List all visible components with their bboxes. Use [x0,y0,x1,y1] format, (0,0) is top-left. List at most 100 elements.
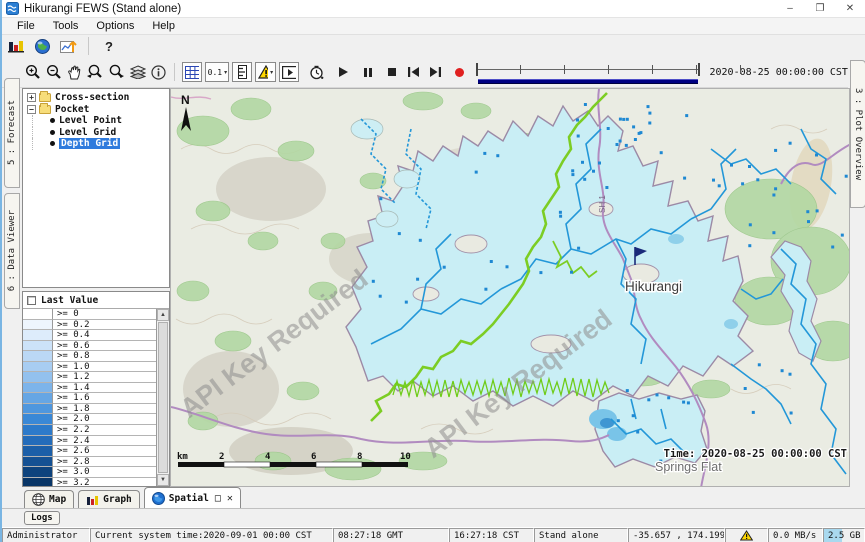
legend-row[interactable]: >= 2.0 [23,414,156,425]
scroll-down-icon[interactable]: ▼ [157,474,169,486]
zoom-next-button[interactable] [107,62,126,82]
legend-entry-label: >= 3.0 [53,467,156,478]
explorer-button[interactable] [6,36,26,56]
time-slider-end [698,63,700,76]
time-slider[interactable] [476,61,701,83]
tab-data-viewer[interactable]: 6 : Data Viewer [4,193,20,309]
legend-row[interactable]: >= 2.2 [23,425,156,436]
legend-entry-label: >= 0.4 [53,330,156,341]
tree-item-pocket[interactable]: − Pocket [25,104,169,116]
svg-text:10: 10 [400,452,411,462]
zoom-previous-button[interactable] [85,62,104,82]
zoom-out-icon [46,64,62,80]
globe-icon [35,39,50,54]
animation-timer-button[interactable] [308,62,325,82]
node-bullet-icon [50,130,55,135]
legend-row[interactable]: >= 0.6 [23,341,156,352]
legend-entry-label: >= 0.8 [53,351,156,362]
tab-plot-overview[interactable]: 3 : Plot Overview [850,60,865,208]
zoom-next-icon [108,64,125,80]
timer-clock-icon [309,65,324,80]
legend-row[interactable]: >= 0 [23,309,156,320]
tab-graph[interactable]: Graph [78,490,140,508]
animation-dialog-button[interactable] [279,62,299,82]
logs-tab[interactable]: Logs [24,511,60,525]
grid-display-button[interactable] [182,62,202,82]
legend-row[interactable]: >= 0.4 [23,330,156,341]
collapse-icon[interactable]: − [27,105,36,114]
status-warning-cell[interactable] [725,528,768,542]
legend-row[interactable]: >= 3.2 [23,478,156,486]
folder-icon [39,93,51,102]
play-button[interactable] [336,62,351,82]
time-slider-thumb[interactable] [476,63,478,76]
tab-forecast[interactable]: 5 : Forecast [4,78,20,188]
map-time-label: Time: 2020-08-25 00:00:00 CST [664,448,847,460]
legend-panel: Last Value >= 0>= 0.2>= 0.4>= 0.6>= 0.8>… [22,291,170,487]
legend-row[interactable]: >= 0.2 [23,320,156,331]
close-button[interactable]: ✕ [835,0,865,17]
info-button[interactable] [150,62,167,82]
legend-row[interactable]: >= 2.8 [23,457,156,468]
legend-row[interactable]: >= 1.4 [23,383,156,394]
legend-row[interactable]: >= 0.8 [23,351,156,362]
legend-row[interactable]: >= 1.6 [23,393,156,404]
legend-row[interactable]: >= 1.8 [23,404,156,415]
zoom-out-button[interactable] [45,62,63,82]
expand-icon[interactable]: + [27,93,36,102]
timeseries-dialog-button[interactable] [58,36,78,56]
menu-tools[interactable]: Tools [44,19,88,33]
map-display-button[interactable] [32,36,52,56]
record-button[interactable] [452,62,467,82]
grid-icon [185,66,199,79]
movie-play-icon [282,66,296,79]
help-button[interactable]: ? [99,36,119,56]
app-logo-icon [6,2,19,15]
maximize-button[interactable]: ❐ [805,0,835,17]
scalebar-toggle-button[interactable] [232,62,252,82]
tab-spatial[interactable]: Spatial □ ✕ [144,487,241,508]
warning-triangle-icon [258,65,268,79]
layers-button[interactable] [129,62,147,82]
legend-row[interactable]: >= 2.6 [23,446,156,457]
map-canvas: API Key Required API Key Required Hikura… [171,89,850,487]
threshold-warning-dropdown[interactable]: ▾ [255,62,276,82]
svg-text:6: 6 [311,452,316,462]
menu-file[interactable]: File [8,19,44,33]
tab-map[interactable]: Map [24,490,74,508]
pause-button[interactable] [360,62,375,82]
skip-to-end-button[interactable] [428,62,443,82]
contour-threshold-dropdown[interactable]: 0.1 ▾ [205,62,229,82]
last-value-checkbox[interactable] [27,296,36,305]
scroll-thumb[interactable] [158,322,168,473]
tree-item-depth-grid[interactable]: Depth Grid [25,138,169,150]
window-controls: – ❐ ✕ [775,0,865,17]
scroll-up-icon[interactable]: ▲ [157,309,169,321]
legend-color-swatch [23,320,53,331]
tree-item-level-grid[interactable]: Level Grid [25,127,169,139]
minimize-button[interactable]: – [775,0,805,17]
folder-open-icon [39,105,51,114]
legend-row[interactable]: >= 1.2 [23,372,156,383]
data-viewer-panel: + Cross-section − Pocket Level Point Lev… [22,88,170,487]
toolbar-separator [174,63,175,81]
stop-button[interactable] [384,62,399,82]
pan-button[interactable] [66,62,82,82]
status-mode: Stand alone [534,528,628,542]
tree-item-level-point[interactable]: Level Point [25,115,169,127]
tree-item-cross-section[interactable]: + Cross-section [25,92,169,104]
spatial-map-view[interactable]: API Key Required API Key Required Hikura… [170,88,850,487]
zoom-in-button[interactable] [24,62,42,82]
main-toolbar: ? [2,35,865,57]
legend-row[interactable]: >= 1.0 [23,362,156,373]
dock-maximize-icon[interactable]: □ [215,493,221,504]
dock-close-icon[interactable]: ✕ [227,493,233,504]
legend-row[interactable]: >= 2.4 [23,436,156,447]
legend-row[interactable]: >= 3.0 [23,467,156,478]
legend-scrollbar[interactable]: ▲ ▼ [156,309,169,486]
stop-icon [388,68,396,76]
skip-to-start-button[interactable] [406,62,421,82]
menu-help[interactable]: Help [143,19,184,33]
menu-options[interactable]: Options [87,19,143,33]
svg-text:N: N [181,93,190,107]
